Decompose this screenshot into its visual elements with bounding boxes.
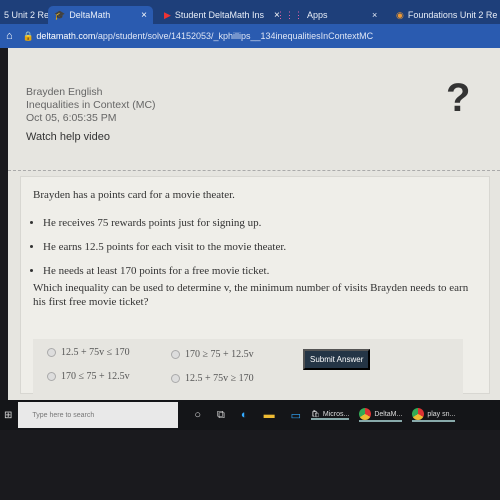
- header: Brayden English Inequalities in Context …: [26, 86, 156, 144]
- student-name: Brayden English: [26, 86, 103, 98]
- windows-start-icon[interactable]: ⊞: [4, 410, 12, 421]
- tab-bar: 5 Unit 2 Re× 🎓DeltaMath× ▶Student DeltaM…: [0, 0, 500, 24]
- radio-button[interactable]: [47, 348, 56, 357]
- lock-icon: 🔒: [22, 30, 37, 41]
- taskbar-app-chrome[interactable]: DeltaM...: [359, 408, 403, 422]
- store-icon: 🛍: [310, 411, 320, 418]
- taskbar-search[interactable]: Type here to search: [18, 402, 179, 428]
- taskbar: ⊞ Type here to search ○ ⧉ ◐ ▬ ▭ 🛍 Micros.…: [0, 400, 500, 430]
- file-explorer-icon[interactable]: ▬: [264, 409, 275, 421]
- close-icon[interactable]: ×: [141, 10, 147, 21]
- chrome-icon: [412, 408, 425, 420]
- site-icon: ◉: [396, 9, 404, 20]
- bullet: He earns 12.5 points for each visit to t…: [43, 235, 286, 259]
- mail-icon[interactable]: ▭: [291, 409, 301, 422]
- bullet: He needs at least 170 points for a free …: [43, 259, 286, 283]
- radio-button[interactable]: [171, 350, 180, 359]
- assignment-title: Inequalities in Context (MC): [26, 99, 156, 111]
- tab[interactable]: ◉ Foundations Unit 2 Re: [390, 6, 500, 24]
- radio-button[interactable]: [171, 374, 180, 383]
- submit-answer-button[interactable]: Submit Answer: [303, 349, 371, 370]
- bullet: He receives 75 rewards points just for s…: [43, 211, 286, 235]
- problem-card: Brayden has a points card for a movie th…: [20, 176, 490, 395]
- page: Brayden English Inequalities in Context …: [8, 48, 500, 400]
- problem-stem: Brayden has a points card for a movie th…: [33, 189, 235, 201]
- divider: [8, 170, 500, 171]
- timestamp: Oct 05, 6:05:35 PM: [26, 112, 117, 124]
- question: Which inequality can be used to determin…: [33, 282, 469, 308]
- chrome-icon: [359, 408, 372, 420]
- help-icon[interactable]: ?: [446, 76, 470, 121]
- choice-c[interactable]: 170 ≤ 75 + 12.5v: [47, 371, 130, 382]
- close-icon[interactable]: ×: [366, 6, 383, 24]
- taskbar-app-store[interactable]: 🛍 Micros...: [310, 410, 350, 420]
- task-view-icon[interactable]: ⧉: [217, 409, 225, 422]
- taskbar-app-chrome[interactable]: play sn...: [412, 408, 456, 422]
- deltamath-icon: 🎓: [54, 9, 66, 20]
- address-bar[interactable]: ⌂ 🔒 deltamath.com/app/student/solve/1415…: [0, 24, 500, 48]
- youtube-icon: ▶: [164, 9, 171, 20]
- edge-icon[interactable]: ◐: [241, 409, 248, 421]
- answer-choices: 12.5 + 75v ≤ 170 170 ≥ 75 + 12.5v 170 ≤ …: [33, 339, 463, 395]
- watch-help-video-link[interactable]: Watch help video: [26, 131, 156, 144]
- tab[interactable]: ▶ Student DeltaMath Ins ×: [158, 6, 286, 24]
- bullet-list: He receives 75 rewards points just for s…: [43, 211, 286, 283]
- tab-apps[interactable]: ⋮⋮⋮ Apps: [270, 6, 334, 24]
- cortana-icon[interactable]: ○: [194, 409, 201, 421]
- url[interactable]: 🔒 deltamath.com/app/student/solve/141520…: [23, 31, 373, 42]
- choice-a[interactable]: 12.5 + 75v ≤ 170: [47, 347, 130, 358]
- radio-button[interactable]: [47, 372, 56, 381]
- choice-b[interactable]: 170 ≥ 75 + 12.5v: [171, 349, 254, 360]
- apps-icon: ⋮⋮⋮: [276, 9, 303, 20]
- choice-d[interactable]: 12.5 + 75v ≥ 170: [171, 373, 254, 384]
- tab-deltamath[interactable]: 🎓 DeltaMath ×: [48, 6, 153, 24]
- home-icon[interactable]: ⌂: [6, 30, 13, 42]
